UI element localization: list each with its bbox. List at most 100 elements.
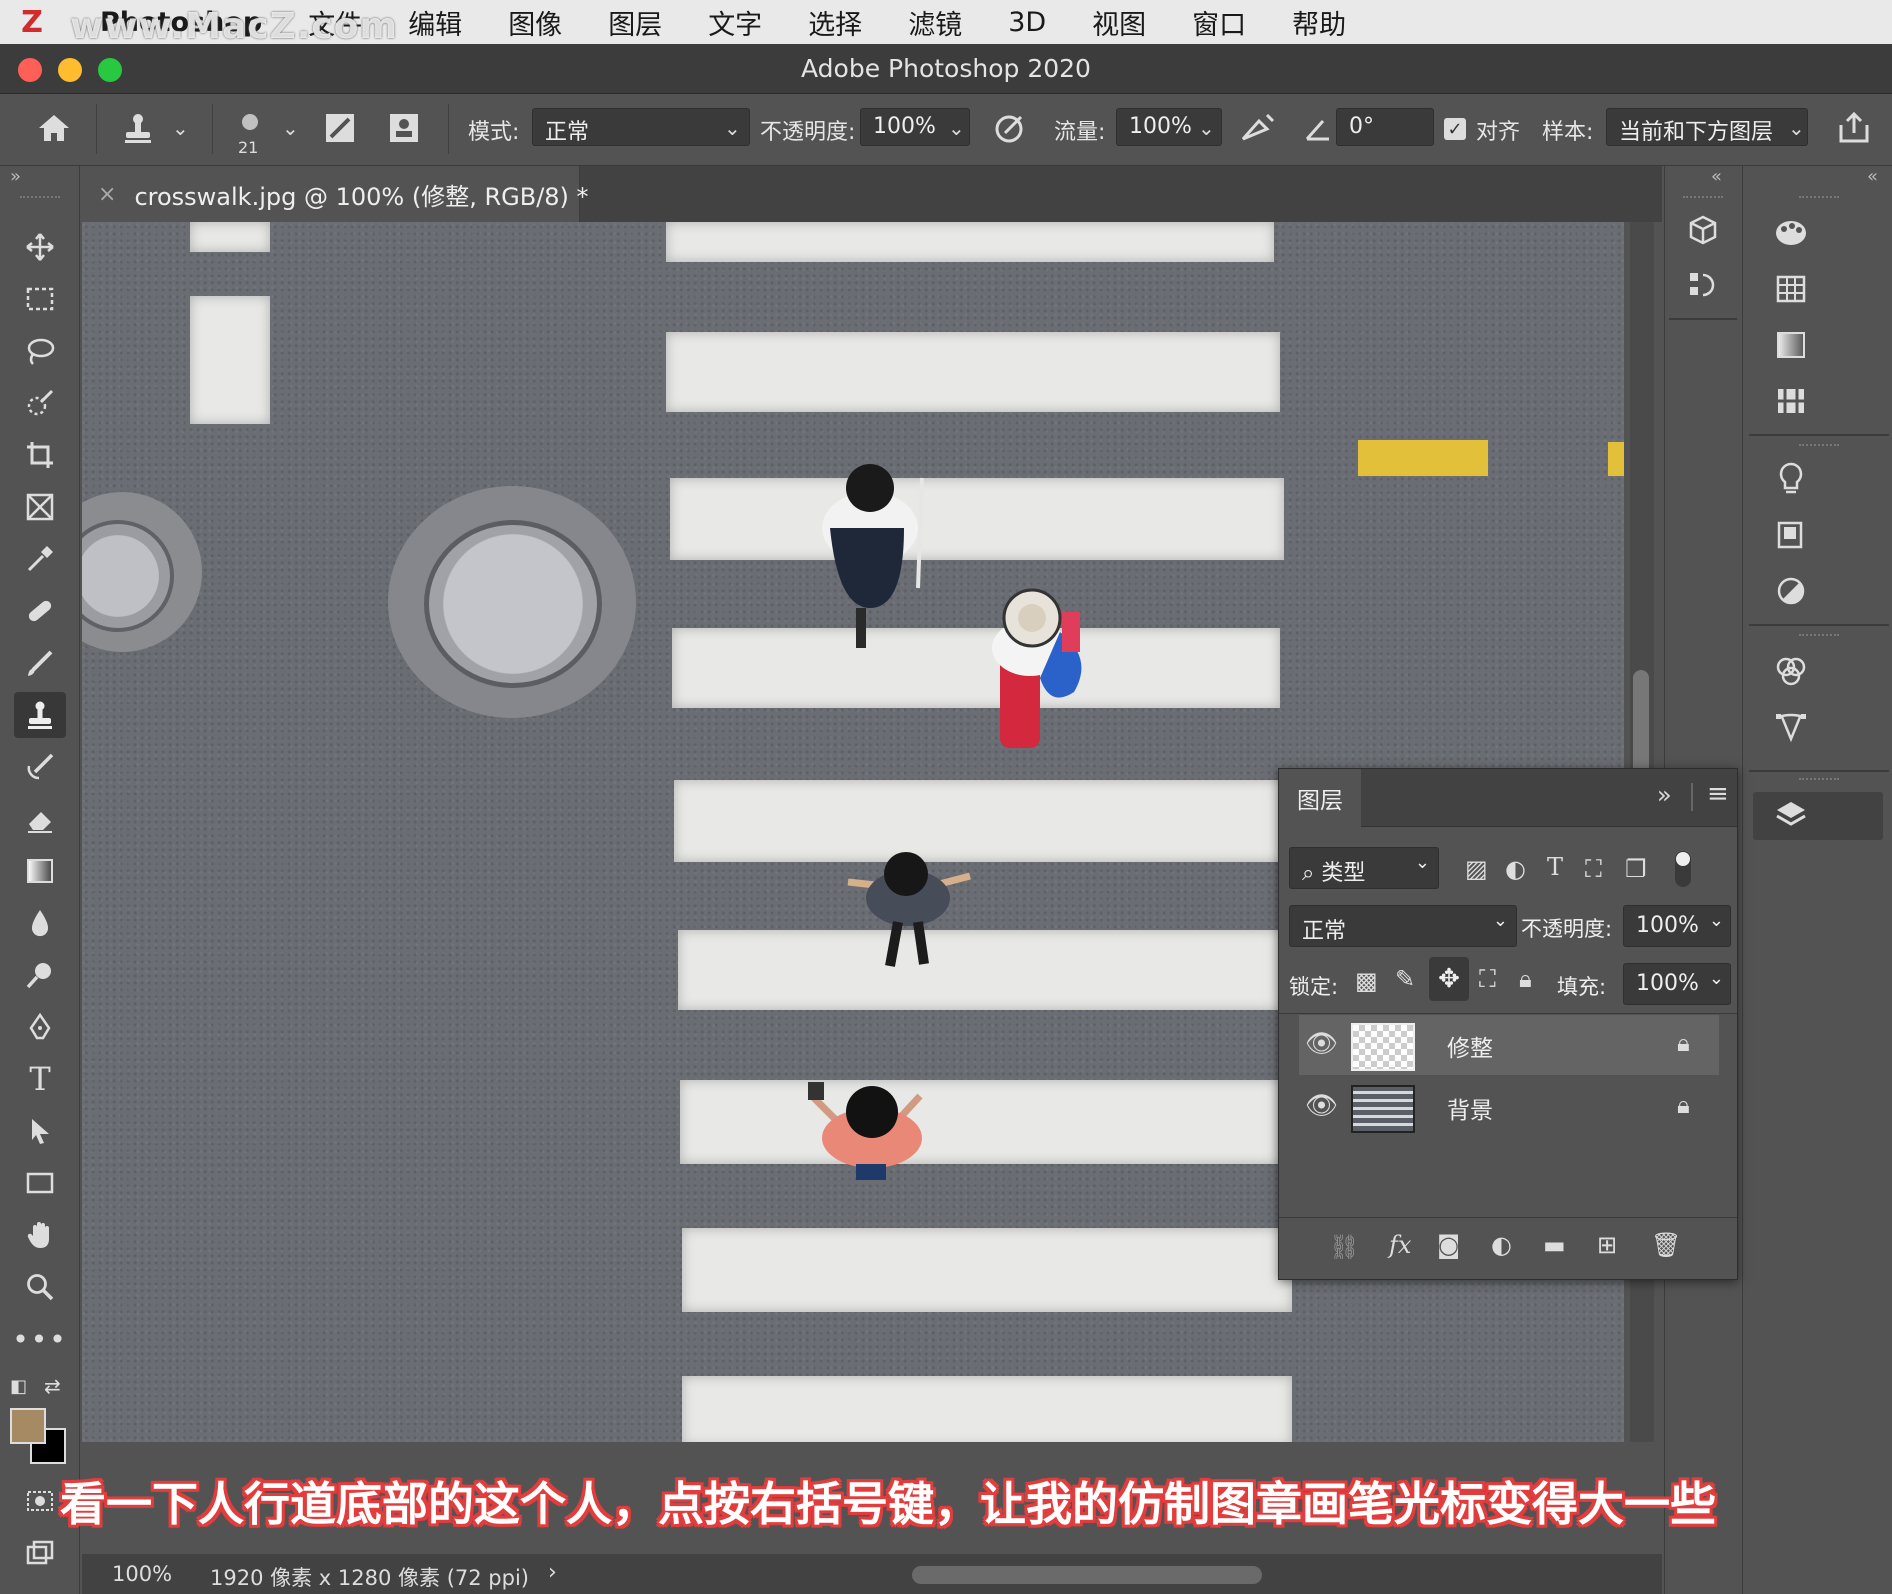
- menu-filter[interactable]: 滤镜: [885, 3, 985, 42]
- link-layers-icon[interactable]: ⛓︎: [1329, 1233, 1359, 1261]
- pressure-opacity-icon[interactable]: [988, 106, 1032, 150]
- eraser-tool-icon[interactable]: [14, 796, 66, 842]
- dodge-tool-icon[interactable]: [14, 952, 66, 998]
- layers-panel-button[interactable]: [1753, 792, 1883, 840]
- apple-icon[interactable]: Z: [0, 0, 64, 44]
- marquee-tool-icon[interactable]: [14, 276, 66, 322]
- lock-transparent-icon[interactable]: ▩: [1355, 967, 1378, 995]
- menu-edit[interactable]: 编辑: [385, 3, 485, 42]
- menu-3d[interactable]: 3D: [985, 7, 1069, 38]
- screen-mode-icon[interactable]: [14, 1530, 66, 1576]
- fill-input[interactable]: 100% ⌄: [1623, 963, 1731, 1005]
- adjustments-panel-icon[interactable]: [1765, 568, 1817, 614]
- lock-all-icon[interactable]: 🔒︎: [1519, 965, 1532, 993]
- menu-window[interactable]: 窗口: [1169, 3, 1269, 42]
- sample-select[interactable]: 当前和下方图层: [1606, 108, 1808, 146]
- fx-icon[interactable]: fx: [1389, 1231, 1411, 1259]
- filter-toggle[interactable]: [1675, 851, 1691, 887]
- share-icon[interactable]: [1832, 106, 1876, 150]
- eyedropper-tool-icon[interactable]: [14, 536, 66, 582]
- frame-tool-icon[interactable]: [14, 484, 66, 530]
- collapse-dock-icon[interactable]: «: [1711, 166, 1722, 187]
- home-icon[interactable]: [32, 106, 76, 150]
- foreground-color-swatch[interactable]: [10, 1408, 46, 1444]
- close-window-button[interactable]: [18, 58, 42, 82]
- zoom-tool-icon[interactable]: [14, 1264, 66, 1310]
- collapse-panel-icon[interactable]: »: [1657, 781, 1672, 809]
- swatches-panel-icon[interactable]: [1765, 266, 1817, 312]
- delete-layer-icon[interactable]: 🗑︎: [1651, 1231, 1681, 1259]
- lock-artboard-icon[interactable]: ⛶: [1479, 965, 1496, 993]
- patterns-panel-icon[interactable]: [1765, 378, 1817, 424]
- 3d-panel-icon[interactable]: [1677, 208, 1729, 254]
- clone-source-icon[interactable]: [382, 106, 426, 150]
- healing-brush-tool-icon[interactable]: [14, 588, 66, 634]
- learn-panel-icon[interactable]: [1765, 456, 1817, 502]
- filter-type-icon[interactable]: T: [1547, 853, 1563, 881]
- menu-select[interactable]: 选择: [785, 3, 885, 42]
- filter-shape-icon[interactable]: ⛶: [1585, 855, 1602, 883]
- layer-filter-select[interactable]: ⌕ 类型 ⌄: [1289, 847, 1439, 889]
- clone-stamp-preset-icon[interactable]: [116, 106, 160, 150]
- menu-type[interactable]: 文字: [685, 3, 785, 42]
- more-tools-icon[interactable]: •••: [12, 1316, 66, 1362]
- panel-menu-icon[interactable]: ≡: [1707, 779, 1729, 809]
- minimize-window-button[interactable]: [58, 58, 82, 82]
- layer-blend-mode-select[interactable]: 正常 ⌄: [1289, 905, 1517, 947]
- blur-tool-icon[interactable]: [14, 900, 66, 946]
- paths-panel-icon[interactable]: [1765, 704, 1817, 750]
- filter-adjustment-icon[interactable]: ◐: [1505, 855, 1526, 883]
- rectangle-tool-icon[interactable]: [14, 1160, 66, 1206]
- history-brush-tool-icon[interactable]: [14, 744, 66, 790]
- angle-input[interactable]: 0°: [1336, 108, 1434, 146]
- libraries-panel-icon[interactable]: [1765, 512, 1817, 558]
- default-colors-icon[interactable]: ◧: [10, 1376, 27, 1397]
- menu-help[interactable]: 帮助: [1269, 3, 1369, 42]
- eye-icon[interactable]: 👁︎: [1305, 1029, 1338, 1059]
- menu-layer[interactable]: 图层: [585, 3, 685, 42]
- mode-select[interactable]: 正常: [532, 108, 750, 146]
- swap-colors-icon[interactable]: ⇄: [44, 1374, 61, 1398]
- menu-view[interactable]: 视图: [1069, 3, 1169, 42]
- horizontal-scroll-thumb[interactable]: [912, 1566, 1262, 1584]
- new-layer-icon[interactable]: ⊞: [1597, 1231, 1617, 1259]
- clone-stamp-tool-icon[interactable]: [14, 692, 66, 738]
- status-menu-chevron-icon[interactable]: ›: [548, 1560, 557, 1585]
- add-mask-icon[interactable]: ◙: [1437, 1231, 1460, 1259]
- move-tool-icon[interactable]: [14, 224, 66, 270]
- filter-smart-object-icon[interactable]: ❐: [1625, 855, 1647, 883]
- menu-image[interactable]: 图像: [485, 3, 585, 42]
- gradient-tool-icon[interactable]: [14, 848, 66, 894]
- quick-mask-icon[interactable]: [14, 1478, 66, 1524]
- airbrush-icon[interactable]: [1236, 106, 1280, 150]
- layer-row-background[interactable]: 👁︎ 背景 🔒︎: [1299, 1077, 1719, 1137]
- lasso-tool-icon[interactable]: [14, 328, 66, 374]
- lock-position-icon[interactable]: ✥: [1429, 957, 1469, 1001]
- collapse-dock-icon[interactable]: «: [1867, 166, 1878, 187]
- history-panel-icon[interactable]: [1677, 262, 1729, 308]
- quick-select-tool-icon[interactable]: [14, 380, 66, 426]
- preset-chevron-icon[interactable]: ⌄: [172, 116, 189, 140]
- document-tab[interactable]: × crosswalk.jpg @ 100% (修整, RGB/8) *: [80, 166, 589, 222]
- flow-chevron-icon[interactable]: ⌄: [1198, 116, 1215, 140]
- zoom-level[interactable]: 100%: [112, 1562, 172, 1586]
- brush-tool-icon[interactable]: [14, 640, 66, 686]
- expand-toolbox-icon[interactable]: »: [10, 166, 21, 187]
- layers-tab[interactable]: 图层: [1279, 769, 1361, 827]
- new-group-icon[interactable]: ▬: [1543, 1231, 1566, 1259]
- zoom-window-button[interactable]: [98, 58, 122, 82]
- layer-opacity-input[interactable]: 100% ⌄: [1623, 905, 1731, 947]
- filter-pixel-icon[interactable]: ▨: [1465, 855, 1488, 883]
- crop-tool-icon[interactable]: [14, 432, 66, 478]
- hand-tool-icon[interactable]: [14, 1212, 66, 1258]
- type-tool-icon[interactable]: T: [14, 1056, 66, 1102]
- color-panel-icon[interactable]: [1765, 210, 1817, 256]
- gradients-panel-icon[interactable]: [1765, 322, 1817, 368]
- eye-icon[interactable]: 👁︎: [1305, 1091, 1338, 1121]
- opacity-chevron-icon[interactable]: ⌄: [948, 116, 965, 140]
- channels-panel-icon[interactable]: [1765, 648, 1817, 694]
- new-adjustment-icon[interactable]: ◐: [1491, 1231, 1512, 1259]
- lock-image-pixels-icon[interactable]: ✎: [1395, 965, 1415, 993]
- layer-row-retouch[interactable]: 👁︎ 修整 🔒︎: [1299, 1015, 1719, 1075]
- brush-settings-icon[interactable]: [318, 106, 362, 150]
